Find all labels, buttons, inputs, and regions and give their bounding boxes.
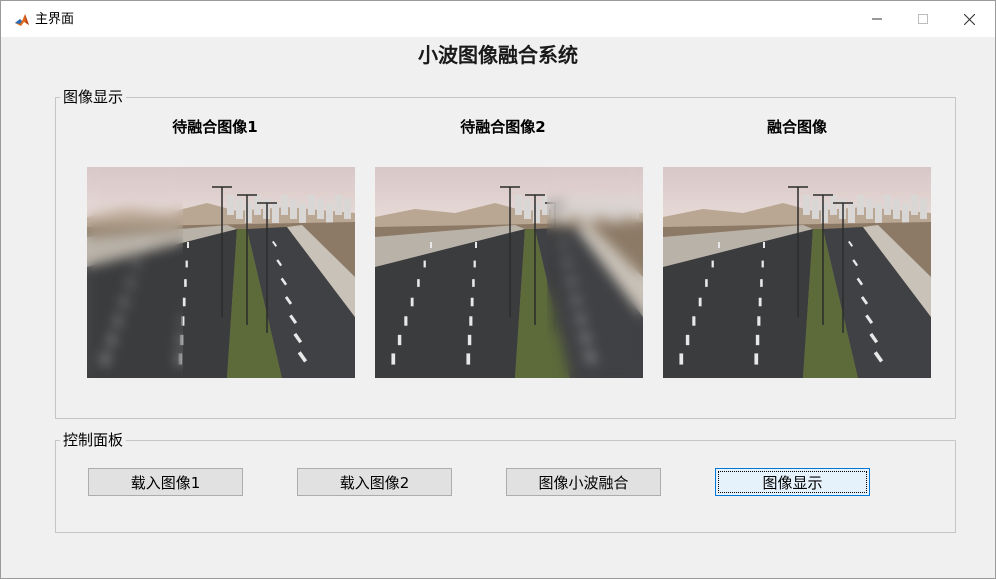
title-bar[interactable]: 主界面 xyxy=(1,1,995,37)
app-window: 主界面 小波图像融合系统 图像显示 待融合图像1 待融合图像2 融合图像 控制面… xyxy=(0,0,996,579)
minimize-button[interactable] xyxy=(854,1,900,37)
app-title: 小波图像融合系统 xyxy=(418,43,578,67)
image-label-source-2: 待融合图像2 xyxy=(460,118,546,136)
minimize-icon xyxy=(872,18,882,20)
close-button[interactable] xyxy=(946,1,992,37)
control-panel-legend: 控制面板 xyxy=(60,430,127,450)
load-image-1-button[interactable]: 载入图像1 xyxy=(88,468,243,496)
source-image-2 xyxy=(375,167,643,378)
source-image-1 xyxy=(87,167,355,378)
blur-region xyxy=(87,167,183,378)
wavelet-fusion-button[interactable]: 图像小波融合 xyxy=(506,468,661,496)
maximize-icon xyxy=(918,14,928,24)
blur-region xyxy=(547,167,643,378)
image-label-fused: 融合图像 xyxy=(766,118,827,136)
maximize-button[interactable] xyxy=(900,1,946,37)
image-display-legend: 图像显示 xyxy=(60,87,127,107)
fused-image xyxy=(663,167,931,378)
show-image-button[interactable]: 图像显示 xyxy=(715,468,870,496)
close-icon xyxy=(963,13,975,25)
window-title: 主界面 xyxy=(35,12,75,27)
load-image-2-button[interactable]: 载入图像2 xyxy=(297,468,452,496)
matlab-icon xyxy=(14,12,30,28)
image-label-source-1: 待融合图像1 xyxy=(172,118,258,136)
